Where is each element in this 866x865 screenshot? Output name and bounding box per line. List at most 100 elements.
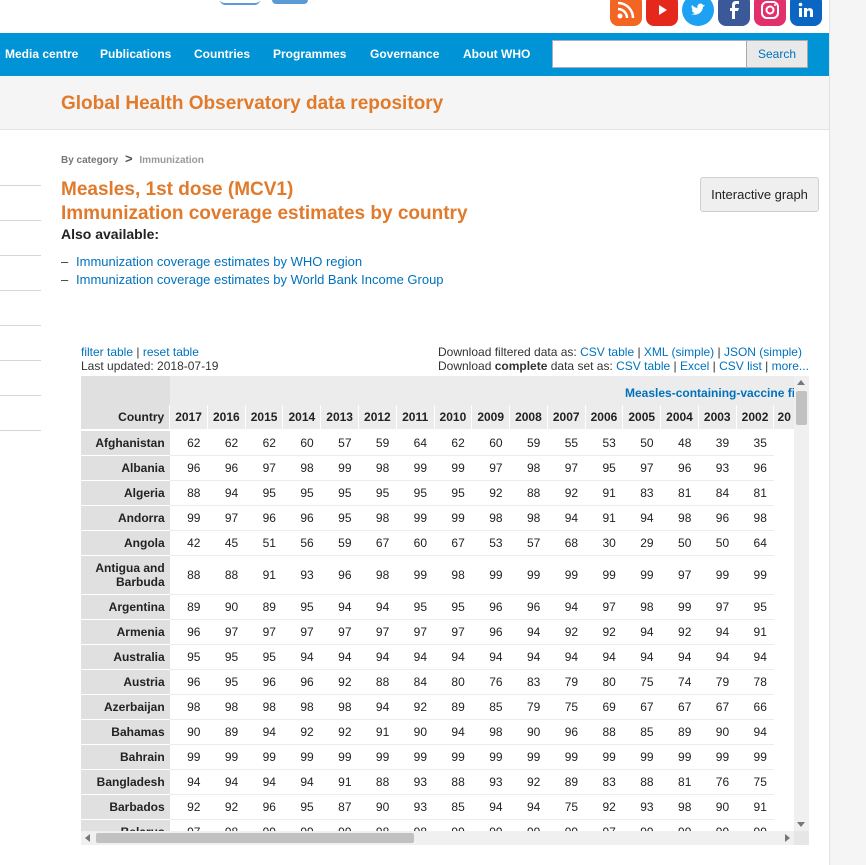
vertical-scroll-thumb[interactable] [796, 391, 807, 425]
year-column-header[interactable]: 2006 [584, 405, 623, 431]
breadcrumb-current[interactable]: Immunization [139, 155, 203, 166]
value-cell: 99 [282, 744, 321, 770]
download-filtered-csv[interactable]: CSV table [580, 345, 634, 359]
year-column-header[interactable]: 2015 [244, 405, 283, 431]
nav-governance[interactable]: Governance [370, 47, 439, 61]
value-cell: 94 [547, 644, 586, 670]
filter-table-link[interactable]: filter table [81, 345, 133, 359]
value-cell: 39 [698, 430, 737, 456]
value-cell: 90 [169, 719, 208, 745]
instagram-icon[interactable] [754, 0, 786, 26]
year-column-header[interactable]: 2008 [509, 405, 548, 431]
link-by-who-region[interactable]: Immunization coverage estimates by WHO r… [76, 254, 362, 269]
vertical-scrollbar[interactable] [794, 376, 809, 831]
rss-icon[interactable] [610, 0, 642, 26]
value-cell: 64 [736, 530, 774, 556]
link-by-income-group[interactable]: Immunization coverage estimates by World… [76, 272, 444, 287]
value-cell: 96 [169, 669, 208, 695]
download-complete-csv-list[interactable]: CSV list [719, 359, 762, 373]
value-cell: 88 [434, 769, 472, 795]
value-cell: 97 [358, 619, 397, 645]
facebook-icon[interactable] [718, 0, 750, 26]
horizontal-scrollbar[interactable] [81, 831, 794, 845]
table-row: Antigua and Barbuda 88 88 91 93 96 98 99 98 99 99 9… [81, 555, 794, 595]
table-row: Angola 42 45 51 56 59 67 60 67 53 57 68 30 29 50 50 64 [81, 530, 794, 556]
value-cell: 94 [509, 794, 548, 820]
value-cell: 88 [169, 555, 208, 595]
value-cell: 99 [396, 505, 435, 531]
year-column-header[interactable]: 2002 [735, 405, 774, 431]
interactive-graph-button[interactable]: Interactive graph [700, 177, 819, 212]
breadcrumb-by-category[interactable]: By category [61, 155, 118, 166]
sidebar-divider [0, 291, 41, 326]
download-filtered-json[interactable]: JSON (simple) [724, 345, 802, 359]
download-complete-excel[interactable]: Excel [680, 359, 709, 373]
value-cell: 92 [169, 794, 208, 820]
year-column-header[interactable]: 20 [773, 405, 794, 431]
nav-countries[interactable]: Countries [194, 47, 250, 61]
value-cell: 95 [585, 455, 623, 481]
value-cell: 91 [245, 555, 283, 595]
year-column-header[interactable]: 2017 [169, 405, 208, 431]
country-cell: Afghanistan [81, 430, 170, 456]
scroll-down-icon[interactable] [797, 822, 805, 827]
value-cell: 98 [358, 455, 397, 481]
value-cell: 95 [282, 480, 321, 506]
value-cell: 75 [736, 769, 774, 795]
year-column-header[interactable]: 2003 [697, 405, 737, 431]
value-cell: 93 [471, 769, 510, 795]
scroll-up-icon[interactable] [797, 380, 805, 385]
value-cell: 92 [585, 794, 623, 820]
year-column-header[interactable]: 2005 [622, 405, 661, 431]
download-filtered-xml[interactable]: XML (simple) [644, 345, 714, 359]
search-input[interactable] [552, 40, 747, 68]
nav-media-centre[interactable]: Media centre [5, 47, 78, 61]
linkedin-icon[interactable] [790, 0, 822, 26]
year-column-header[interactable]: 2010 [433, 405, 472, 431]
value-cell: 96 [698, 505, 737, 531]
year-column-header[interactable]: 2007 [546, 405, 586, 431]
country-cell: Angola [81, 530, 170, 556]
value-cell [774, 455, 794, 480]
year-column-header[interactable]: 2012 [358, 405, 397, 431]
value-cell: 60 [471, 430, 510, 456]
country-cell: Argentina [81, 594, 170, 620]
search-button[interactable]: Search [746, 40, 808, 68]
value-cell: 95 [245, 480, 283, 506]
year-column-header[interactable]: 2011 [395, 405, 435, 431]
value-cell: 88 [622, 769, 661, 795]
download-complete-more[interactable]: more... [772, 359, 809, 373]
download-complete-label-tail: data set as: [550, 359, 613, 373]
horizontal-scroll-thumb[interactable] [96, 833, 414, 843]
year-column-header[interactable]: 2009 [471, 405, 510, 431]
value-cell: 94 [698, 644, 737, 670]
year-column-header[interactable]: 2016 [206, 405, 246, 431]
download-complete-csv[interactable]: CSV table [616, 359, 670, 373]
nav-publications[interactable]: Publications [100, 47, 171, 61]
value-cell: 95 [282, 794, 321, 820]
year-column-header[interactable]: 2004 [660, 405, 699, 431]
value-cell: 89 [169, 594, 208, 620]
value-cell: 96 [245, 794, 283, 820]
reset-table-link[interactable]: reset table [143, 345, 199, 359]
youtube-icon[interactable] [646, 0, 678, 26]
value-cell [774, 719, 794, 744]
year-column-header[interactable]: 2013 [320, 405, 359, 431]
table-row: Bangladesh 94 94 94 94 91 88 93 88 93 92 89 83 88 81 76… [81, 769, 794, 795]
dimension-label[interactable]: Measles-containing-vaccine fi [625, 386, 794, 400]
nav-about-who[interactable]: About WHO [463, 47, 530, 61]
country-column-header[interactable]: Country [81, 405, 170, 431]
year-column-header[interactable]: 2014 [282, 405, 321, 431]
who-logo[interactable] [220, 0, 310, 6]
main-nav: Media centre Publications Countries Prog… [0, 33, 829, 76]
value-cell: 92 [509, 769, 548, 795]
value-cell: 99 [320, 819, 359, 831]
twitter-icon[interactable] [682, 0, 714, 26]
data-table-viewport[interactable]: Measles-containing-vaccine fi Country 20… [81, 376, 794, 831]
scroll-right-icon[interactable] [785, 834, 790, 842]
nav-programmes[interactable]: Programmes [273, 47, 346, 61]
scroll-left-icon[interactable] [85, 834, 90, 842]
table-row: Algeria 88 94 95 95 95 95 95 95 92 88 92 91 83 81 84 81 [81, 480, 794, 506]
value-cell: 62 [434, 430, 472, 456]
value-cell: 67 [434, 530, 472, 556]
